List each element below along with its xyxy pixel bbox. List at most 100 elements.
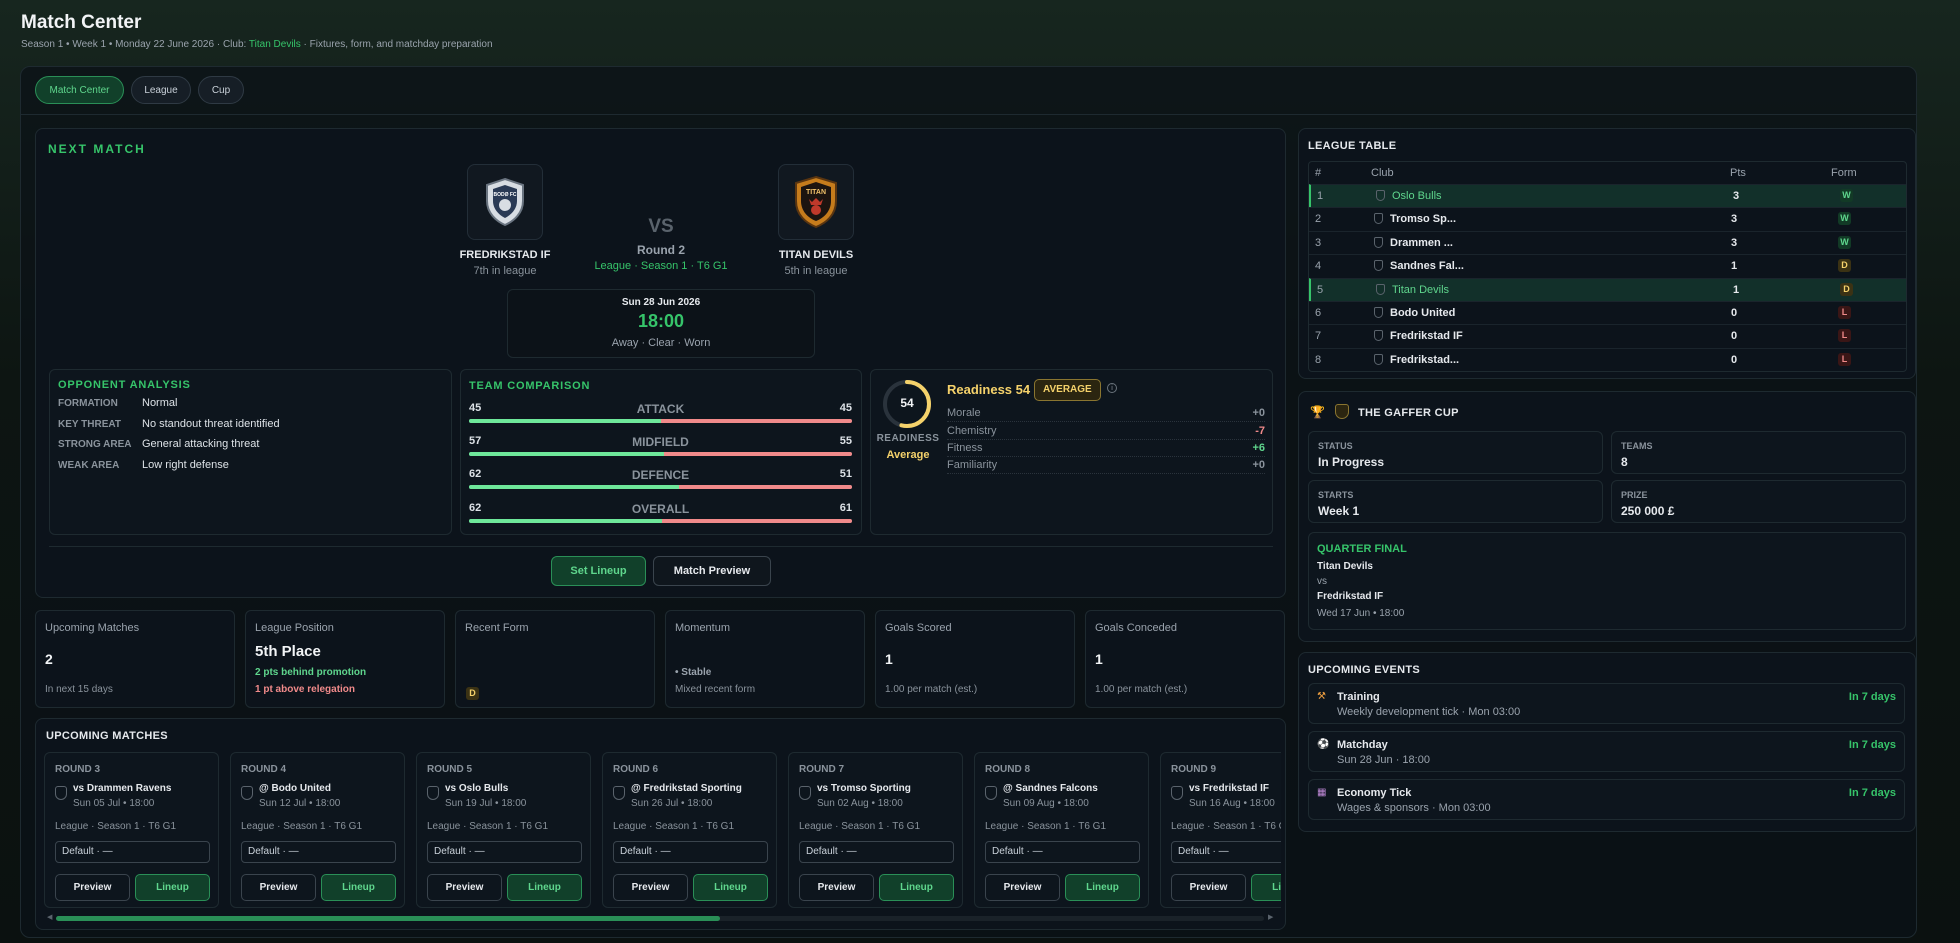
match-card-round-6: ROUND 6 @ Fredrikstad Sporting Sun 26 Jul …: [602, 752, 777, 908]
upcoming-matches-scroller[interactable]: ROUND 3 vs Drammen Ravens Sun 05 Jul • 18:…: [35, 718, 1281, 930]
col-header-pos: #: [1315, 167, 1322, 179]
event-economy-tick[interactable]: ▦ Economy Tick Wages & sponsors · Mon 03:0…: [1308, 779, 1905, 820]
shield-icon: [427, 786, 439, 800]
lineup-select[interactable]: Default · —: [613, 841, 768, 863]
shield-icon: [1376, 283, 1385, 295]
stat-goals-scored: Goals Scored 1 1.00 per match (est.): [875, 610, 1075, 708]
comparison-row-midfield: 57 MIDFIELD 55: [469, 435, 852, 465]
kickoff-time: 18:00: [637, 311, 685, 331]
lineup-button[interactable]: Lineup: [135, 874, 210, 901]
away-crest-text: TITAN: [806, 189, 826, 196]
form-badge: L: [1838, 329, 1851, 343]
shield-icon: [613, 786, 625, 800]
preview-button[interactable]: Preview: [1171, 874, 1246, 901]
table-row[interactable]: 1 Oslo Bulls 3 W: [1309, 184, 1906, 207]
set-lineup-button[interactable]: Set Lineup: [551, 556, 646, 586]
scroll-right-icon[interactable]: ▶: [1268, 914, 1274, 922]
hammer-icon: ⚒: [1317, 691, 1326, 702]
competition-label: League · Season 1 · T6 G1: [594, 260, 728, 272]
table-row[interactable]: 4 Sandnes Fal... 1 D: [1309, 254, 1906, 277]
col-header-form: Form: [1831, 167, 1857, 179]
col-header-club: Club: [1371, 167, 1394, 179]
table-row[interactable]: 3 Drammen ... 3 W: [1309, 230, 1906, 254]
team-comparison-title: TEAM COMPARISON: [469, 380, 591, 392]
row-position: 1: [1317, 190, 1324, 202]
row-position: 2: [1315, 213, 1322, 226]
table-row[interactable]: 6 Bodo United 0 L: [1309, 301, 1906, 324]
league-table-title: LEAGUE TABLE: [1308, 140, 1397, 152]
info-icon[interactable]: i: [1107, 383, 1117, 393]
subtitle-club-link[interactable]: Titan Devils: [249, 39, 301, 50]
row-position: 4: [1315, 260, 1322, 273]
stat-upcoming-matches: Upcoming Matches 2 In next 15 days: [35, 610, 235, 708]
row-club: Fredrikstad...: [1390, 353, 1460, 366]
lineup-button[interactable]: Lineup: [507, 874, 582, 901]
form-badge: W: [1838, 235, 1851, 249]
scroll-left-icon[interactable]: ◀: [47, 914, 53, 922]
horizontal-scrollbar-track[interactable]: [56, 916, 1264, 921]
event-training[interactable]: ⚒ Training Weekly development tick · Mon 0…: [1308, 683, 1905, 724]
match-conditions: Away · Clear · Worn: [611, 337, 711, 349]
comparison-row-overall: 62 OVERALL 61: [469, 502, 852, 532]
readiness-label: READINESS: [876, 433, 940, 444]
form-badge: D: [1838, 259, 1851, 273]
lineup-select[interactable]: Default · —: [427, 841, 582, 863]
comparison-bar: [469, 419, 852, 423]
comparison-bar: [469, 452, 852, 456]
form-badge: D: [1840, 282, 1853, 296]
match-preview-button[interactable]: Match Preview: [653, 556, 771, 586]
row-club: Oslo Bulls: [1392, 190, 1442, 202]
lineup-select[interactable]: Default · —: [985, 841, 1140, 863]
preview-button[interactable]: Preview: [55, 874, 130, 901]
cup-teams-box: TEAMS 8: [1611, 431, 1906, 474]
cup-badge-icon: [1335, 404, 1349, 419]
readiness-factor-chemistry: Chemistry -7: [947, 425, 1265, 440]
opponent-analysis-title: OPPONENT ANALYSIS: [58, 379, 191, 391]
form-badge: W: [1838, 212, 1851, 226]
table-row[interactable]: 7 Fredrikstad IF 0 L: [1309, 324, 1906, 347]
tab-league[interactable]: League: [131, 76, 191, 104]
readiness-factor-fitness: Fitness +6: [947, 442, 1265, 457]
row-points: 0: [1731, 307, 1738, 319]
table-row[interactable]: 5 Titan Devils 1 D: [1309, 277, 1906, 301]
shield-icon: [1374, 353, 1383, 365]
readiness-factor-familiarity: Familiarity +0: [947, 459, 1265, 474]
tab-match-center[interactable]: Match Center: [35, 76, 124, 104]
team-comparison-panel: TEAM COMPARISON 45 ATTACK 45 57 MIDFIELD 55 …: [460, 369, 862, 535]
readiness-title: Readiness 54: [947, 382, 1031, 397]
match-card-round-8: ROUND 8 @ Sandnes Falcons Sun 09 Aug • 18:…: [974, 752, 1149, 908]
preview-button[interactable]: Preview: [799, 874, 874, 901]
preview-button[interactable]: Preview: [985, 874, 1060, 901]
cup-title: THE GAFFER CUP: [1358, 407, 1459, 419]
tab-cup[interactable]: Cup: [198, 76, 244, 104]
event-matchday[interactable]: ⚽ Matchday Sun 28 Jun · 18:00 In 7 days: [1308, 731, 1905, 772]
lineup-button[interactable]: Lineup: [321, 874, 396, 901]
row-position: 5: [1317, 283, 1324, 296]
horizontal-scrollbar-thumb[interactable]: [56, 916, 721, 921]
lineup-select[interactable]: Default · —: [799, 841, 954, 863]
table-row[interactable]: 2 Tromso Sp... 3 W: [1309, 207, 1906, 230]
preview-button[interactable]: Preview: [427, 874, 502, 901]
trophy-icon: 🏆: [1310, 405, 1325, 419]
lineup-button[interactable]: Lineup: [1251, 874, 1281, 901]
lineup-button[interactable]: Lineup: [1065, 874, 1140, 901]
page-subtitle: Season 1 • Week 1 • Monday 22 June 2026 …: [21, 39, 493, 50]
lineup-select[interactable]: Default · —: [241, 841, 396, 863]
preview-button[interactable]: Preview: [241, 874, 316, 901]
cup-vs: vs: [1317, 576, 1327, 587]
shield-icon: [1374, 260, 1383, 272]
cup-team-2: Fredrikstad IF: [1317, 591, 1384, 602]
lineup-button[interactable]: Lineup: [879, 874, 954, 901]
row-club: Sandnes Fal...: [1390, 260, 1464, 273]
lineup-button[interactable]: Lineup: [693, 874, 768, 901]
ball-icon: ⚽: [1317, 739, 1330, 750]
stat-league-position: League Position 5th Place 2 pts behind pr…: [245, 610, 445, 708]
lineup-select[interactable]: Default · —: [55, 841, 210, 863]
vs-label: VS: [648, 216, 674, 237]
preview-button[interactable]: Preview: [613, 874, 688, 901]
table-row[interactable]: 8 Fredrikstad... 0 L: [1309, 347, 1906, 371]
row-club: Bodo United: [1390, 307, 1456, 319]
home-crest: BODØ FC: [467, 164, 543, 240]
lineup-select[interactable]: Default · —: [1171, 841, 1281, 863]
away-crest: TITAN: [778, 164, 854, 240]
